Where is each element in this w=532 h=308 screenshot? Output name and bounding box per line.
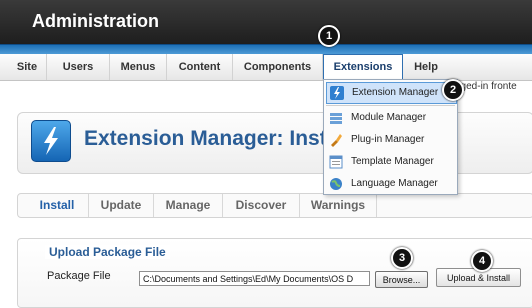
- upload-legend: Upload Package File: [45, 245, 170, 259]
- menu-help[interactable]: Help: [403, 54, 449, 80]
- tab-manage[interactable]: Manage: [154, 194, 223, 217]
- menu-components[interactable]: Components: [233, 54, 323, 80]
- menu-item-label: Template Manager: [351, 156, 434, 167]
- tab-discover[interactable]: Discover: [223, 194, 300, 217]
- menu-item-template-manager[interactable]: Template Manager: [326, 152, 455, 172]
- menu-item-language-manager[interactable]: Language Manager: [326, 174, 455, 194]
- menu-item-plugin-manager[interactable]: Plug-in Manager: [326, 130, 455, 150]
- tab-warnings[interactable]: Warnings: [300, 194, 377, 217]
- menu-item-label: Language Manager: [351, 178, 438, 189]
- menu-menus[interactable]: Menus: [110, 54, 167, 80]
- logged-in-frontend-text: gged-in fronte: [455, 81, 517, 92]
- menu-content[interactable]: Content: [167, 54, 233, 80]
- module-manager-icon: [329, 111, 343, 125]
- menu-item-extension-manager[interactable]: Extension Manager: [326, 82, 457, 104]
- tab-update[interactable]: Update: [89, 194, 154, 217]
- manager-tabs: Install Update Manage Discover Warnings: [17, 193, 532, 218]
- extensions-dropdown: Extension Manager Module Manager Plug-in…: [323, 79, 458, 195]
- lightning-icon: [31, 120, 71, 162]
- menu-extensions[interactable]: Extensions: [323, 54, 403, 80]
- plugin-manager-icon: [329, 133, 343, 147]
- callout-badge-2: 2: [442, 79, 464, 101]
- template-manager-icon: [329, 155, 343, 169]
- package-file-input[interactable]: C:\Documents and Settings\Ed\My Document…: [139, 271, 370, 286]
- header-accent-bar: [0, 44, 532, 54]
- callout-badge-4: 4: [471, 250, 493, 272]
- page-title: Extension Manager: Insta: [84, 127, 339, 150]
- menu-item-label: Module Manager: [351, 112, 427, 123]
- callout-badge-3: 3: [391, 247, 413, 269]
- package-file-label: Package File: [47, 270, 111, 282]
- menu-item-module-manager[interactable]: Module Manager: [326, 108, 455, 128]
- menu-item-label: Plug-in Manager: [351, 134, 425, 145]
- extension-manager-icon: [330, 86, 344, 100]
- menu-site[interactable]: Site: [8, 54, 47, 80]
- dropdown-separator: [326, 105, 455, 106]
- main-menu-bar: Site Users Menus Content Components Exte…: [0, 54, 532, 81]
- language-manager-icon: [329, 177, 343, 191]
- menu-item-label: Extension Manager: [352, 87, 439, 98]
- admin-header: Administration: [0, 0, 532, 44]
- menu-users[interactable]: Users: [47, 54, 110, 80]
- browse-button[interactable]: Browse...: [375, 271, 428, 288]
- tab-install[interactable]: Install: [26, 194, 89, 217]
- header-title: Administration: [32, 11, 160, 31]
- callout-badge-1: 1: [318, 25, 340, 47]
